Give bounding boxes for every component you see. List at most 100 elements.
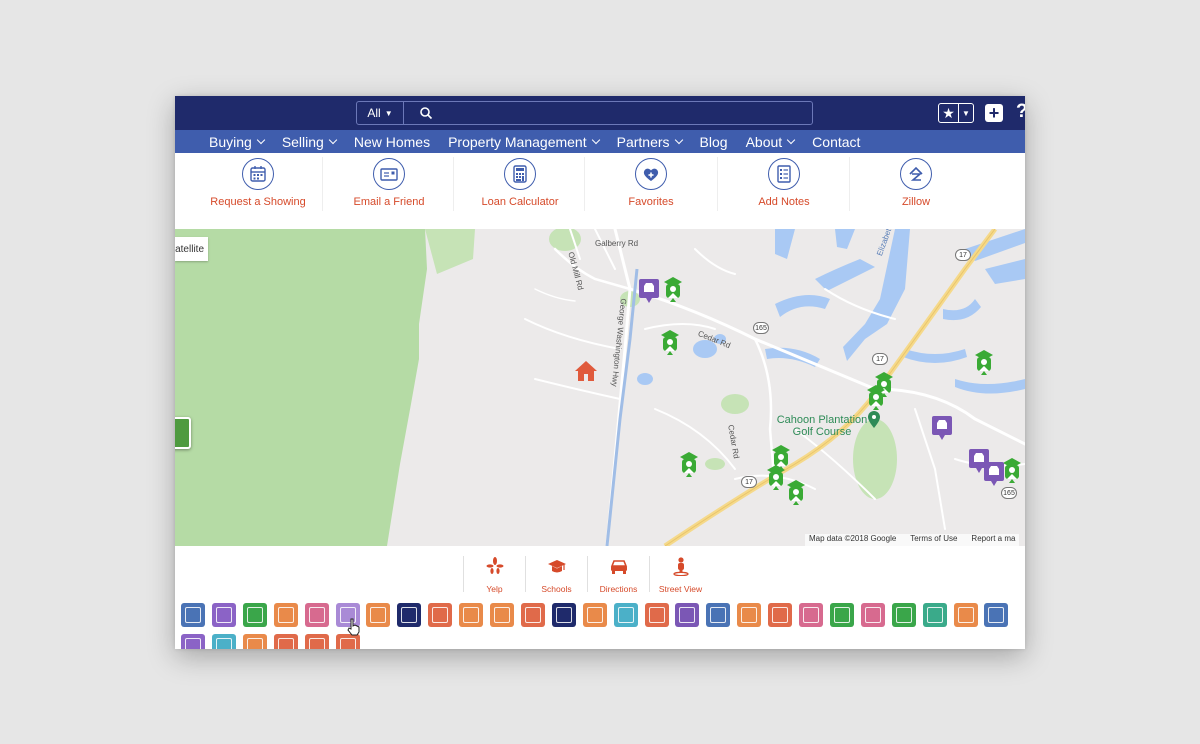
category-restaurant-icon[interactable] <box>181 634 205 649</box>
school-pin-icon[interactable] <box>973 349 995 375</box>
category-fitness-icon[interactable] <box>521 603 545 627</box>
nav-item-buying[interactable]: Buying <box>200 130 273 153</box>
heart-plus-icon <box>643 168 659 181</box>
car-icon <box>610 560 627 574</box>
help-icon[interactable]: ? <box>1016 101 1025 123</box>
category-bar-icon[interactable] <box>490 603 514 627</box>
search-icon[interactable] <box>419 106 433 120</box>
nav-item-partners[interactable]: Partners <box>608 130 691 153</box>
search-input[interactable] <box>439 103 799 123</box>
school-pin-icon[interactable] <box>659 329 681 355</box>
golf-course-label: Cahoon Plantation Golf Course <box>776 414 868 438</box>
shop-pin-icon[interactable] <box>983 461 1005 487</box>
home-pin-icon[interactable] <box>575 359 597 385</box>
nav-item-label: Contact <box>812 133 861 150</box>
amenity-directions[interactable]: Directions <box>587 556 649 594</box>
satellite-toggle-button[interactable]: atellite <box>175 237 208 261</box>
amenity-yelp[interactable]: Yelp <box>463 556 525 594</box>
beach-icon <box>247 607 263 623</box>
shop-pin-icon[interactable] <box>638 278 660 304</box>
favorites-dropdown[interactable]: ★ ▼ <box>938 103 974 123</box>
category-spa-icon[interactable] <box>243 634 267 649</box>
amenity-bar: Yelp Schools Directions Street View <box>463 556 711 594</box>
map[interactable]: atellite Galberry Rd Old Mill Rd George … <box>175 229 1025 546</box>
map-attribution: Map data ©2018 Google Terms of Use Repor… <box>805 534 1020 546</box>
category-tool-icon[interactable] <box>305 634 329 649</box>
category-nightlife-icon[interactable] <box>799 603 823 627</box>
category-gas-station-icon[interactable] <box>552 603 576 627</box>
tool-loan-calculator[interactable]: Loan Calculator <box>454 158 586 214</box>
category-hospital-icon[interactable] <box>645 603 669 627</box>
bank-icon <box>340 638 356 649</box>
notes-icon <box>777 165 791 183</box>
family-icon <box>278 607 294 623</box>
search-scope-dropdown[interactable]: All ▼ <box>357 102 404 124</box>
category-grocery-icon[interactable] <box>614 603 638 627</box>
category-bread-icon[interactable] <box>366 603 390 627</box>
tool-partial[interactable] <box>975 158 1025 214</box>
category-car-icon[interactable] <box>397 603 421 627</box>
amenity-street-view[interactable]: Street View <box>649 556 711 594</box>
report-map-error-link[interactable]: Report a ma <box>971 534 1015 546</box>
tool-add-notes[interactable]: Add Notes <box>718 158 850 214</box>
nightlife-icon <box>803 607 819 623</box>
category-beach-icon[interactable] <box>243 603 267 627</box>
category-hiking-icon[interactable] <box>923 603 947 627</box>
calculator-icon <box>513 165 527 183</box>
spa-icon <box>247 638 263 649</box>
category-drink-icon[interactable] <box>459 603 483 627</box>
category-cinema-icon[interactable] <box>305 603 329 627</box>
category-hotel-icon[interactable] <box>675 603 699 627</box>
main-nav: Buying Selling New Homes Property Managemen… <box>175 130 1025 153</box>
category-shopping-icon[interactable] <box>212 634 236 649</box>
gas-station-icon <box>556 607 572 623</box>
amenity-label: Directions <box>599 584 638 594</box>
grocery-icon <box>618 607 634 623</box>
add-button[interactable]: + <box>985 104 1003 122</box>
tool-email-a-friend[interactable]: Email a Friend <box>323 158 455 214</box>
category-cocktail-icon[interactable] <box>428 603 452 627</box>
category-pet-icon[interactable] <box>892 603 916 627</box>
envelope-icon <box>380 168 398 181</box>
category-money-bag-icon[interactable] <box>181 603 205 627</box>
category-shoe-icon[interactable] <box>583 603 607 627</box>
tool-circle <box>242 158 274 190</box>
category-beer-icon[interactable] <box>212 603 236 627</box>
category-family-icon[interactable] <box>274 603 298 627</box>
nav-item-property-management[interactable]: Property Management <box>439 130 608 153</box>
tool-label: Request a Showing <box>210 196 306 208</box>
category-park-icon[interactable] <box>830 603 854 627</box>
pegman-control[interactable] <box>175 417 191 449</box>
cocktail-icon <box>432 607 448 623</box>
chevron-down-icon <box>256 135 266 145</box>
nav-item-blog[interactable]: Blog <box>691 130 737 153</box>
nav-item-new-homes[interactable]: New Homes <box>345 130 439 153</box>
shop-pin-icon[interactable] <box>931 415 953 441</box>
category-train-icon[interactable] <box>274 634 298 649</box>
school-pin-icon[interactable] <box>765 464 787 490</box>
school-pin-icon[interactable] <box>662 276 684 302</box>
golf-pin-icon[interactable] <box>867 411 881 429</box>
school-pin-icon[interactable] <box>865 384 887 410</box>
nav-item-about[interactable]: About <box>737 130 804 153</box>
school-pin-icon[interactable] <box>678 451 700 477</box>
category-bank-icon[interactable] <box>336 634 360 649</box>
tool-request-a-showing[interactable]: Request a Showing <box>192 158 324 214</box>
terms-of-use-link[interactable]: Terms of Use <box>910 534 957 546</box>
property-tools-row: Request a Showing Email a Friend Loan Calc… <box>175 153 1025 214</box>
money-bag-icon <box>185 607 201 623</box>
category-playground-icon[interactable] <box>954 603 978 627</box>
tool-favorites[interactable]: Favorites <box>585 158 717 214</box>
category-museum-icon[interactable] <box>768 603 792 627</box>
category-theater-icon[interactable] <box>861 603 885 627</box>
route-shield: 17 <box>872 353 888 365</box>
category-library-icon[interactable] <box>706 603 730 627</box>
amenity-schools[interactable]: Schools <box>525 556 587 594</box>
nav-item-contact[interactable]: Contact <box>803 130 869 153</box>
category-police-icon[interactable] <box>984 603 1008 627</box>
category-taxi-icon[interactable] <box>737 603 761 627</box>
tool-zillow[interactable]: Zillow <box>850 158 982 214</box>
school-pin-icon[interactable] <box>785 479 807 505</box>
nav-item-selling[interactable]: Selling <box>273 130 345 153</box>
tool-label: Zillow <box>901 196 931 208</box>
